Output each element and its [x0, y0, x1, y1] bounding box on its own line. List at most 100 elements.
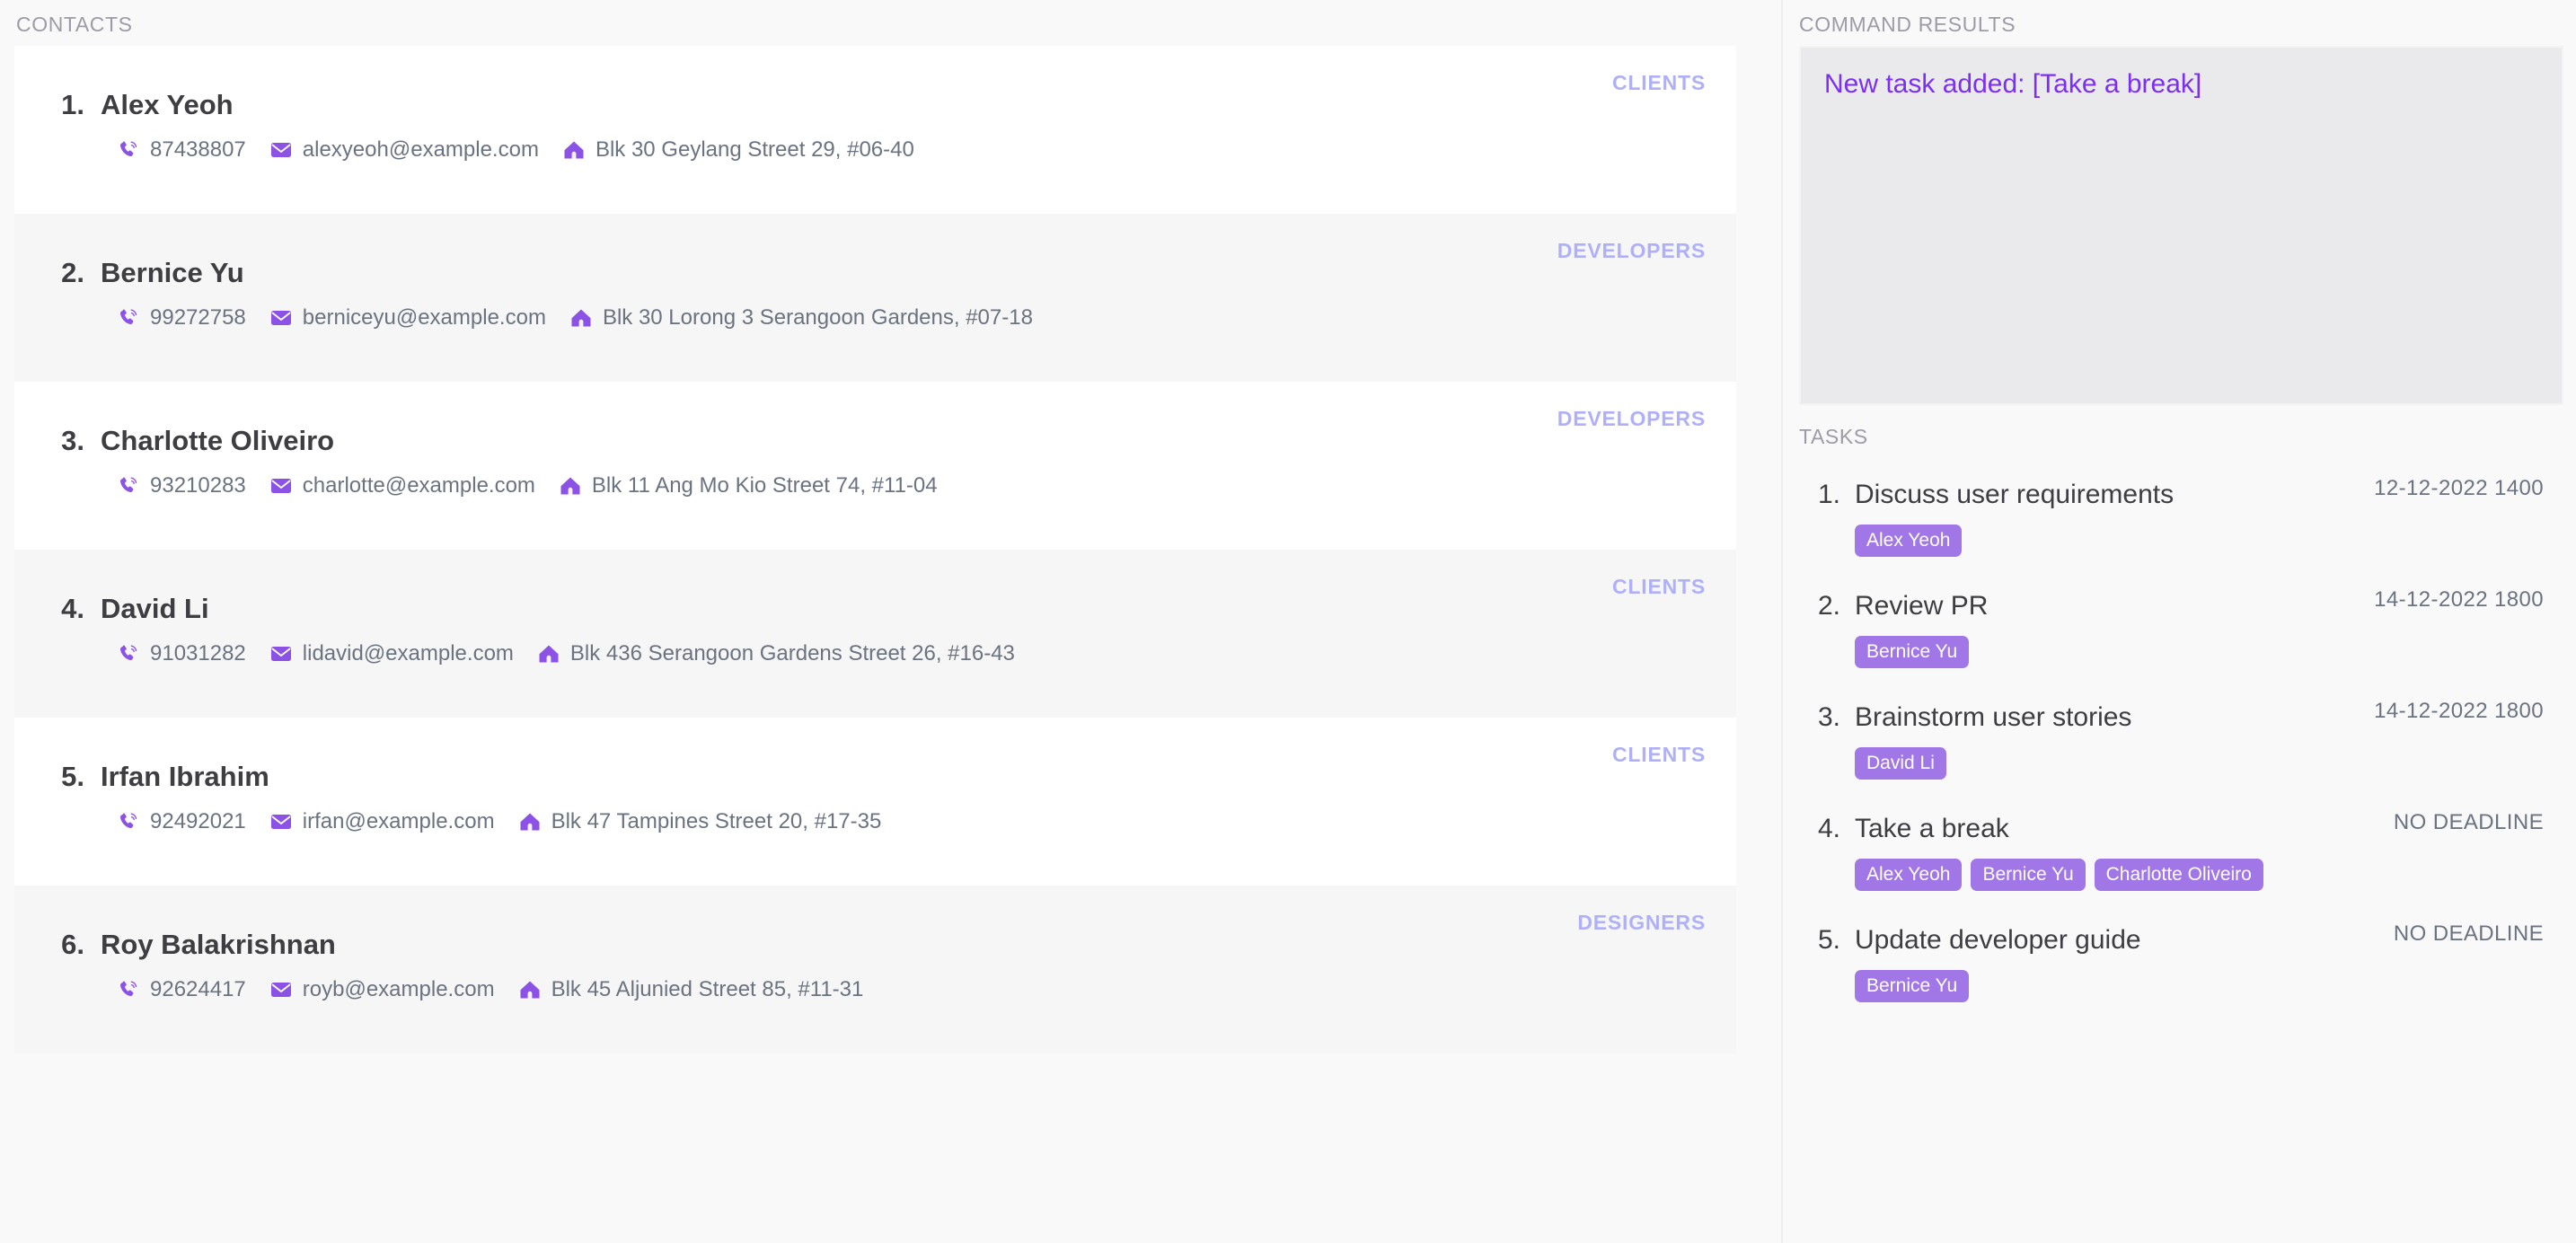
- contact-address[interactable]: Blk 11 Ang Mo Kio Street 74, #11-04: [559, 474, 938, 498]
- task-person-tag[interactable]: Bernice Yu: [1971, 859, 2086, 891]
- tasks-list: 12-12-2022 1400 1. Discuss user requiremen…: [1783, 460, 2576, 1017]
- task-item[interactable]: 12-12-2022 1400 1. Discuss user requiremen…: [1799, 460, 2560, 571]
- contact-name: Bernice Yu: [101, 257, 244, 288]
- contact-email[interactable]: irfan@example.com: [269, 810, 495, 833]
- contact-phone-text: 92624417: [150, 977, 246, 1001]
- contact-email[interactable]: charlotte@example.com: [269, 474, 535, 498]
- contact-tag[interactable]: CLIENTS: [1612, 743, 1706, 767]
- task-deadline: 14-12-2022 1800: [2374, 587, 2544, 612]
- contact-phone-text: 93210283: [150, 473, 246, 498]
- contact-details: 99272758 berniceyu@example.com Blk 30 Loro…: [36, 306, 1706, 330]
- task-tags: David Li: [1799, 747, 2560, 780]
- phone-icon: [117, 978, 140, 1001]
- contact-index: 5.: [61, 761, 84, 792]
- task-title: Brainstorm user stories: [1855, 702, 2132, 732]
- task-item[interactable]: 14-12-2022 1800 2. Review PR Bernice Yu: [1799, 571, 2560, 683]
- contact-email[interactable]: berniceyu@example.com: [269, 306, 546, 330]
- contact-card[interactable]: DESIGNERS 6. Roy Balakrishnan 92624417 royb@…: [14, 886, 1736, 1053]
- command-result-line: New task added: [Take a break]: [1824, 69, 2202, 99]
- task-person-tag[interactable]: Bernice Yu: [1855, 970, 1970, 1002]
- task-person-tag[interactable]: Charlotte Oliveiro: [2094, 859, 2263, 891]
- contact-details: 87438807 alexyeoh@example.com Blk 30 Geyla…: [36, 138, 1706, 162]
- contact-card[interactable]: DEVELOPERS 3. Charlotte Oliveiro 93210283 ch…: [14, 382, 1736, 550]
- contact-tag[interactable]: CLIENTS: [1612, 575, 1706, 599]
- contact-address[interactable]: Blk 45 Aljunied Street 85, #11-31: [518, 978, 863, 1001]
- contact-details: 92624417 royb@example.com Blk 45 Aljunied …: [36, 978, 1706, 1001]
- contact-name-row: 5. Irfan Ibrahim: [36, 741, 1706, 793]
- contact-phone-text: 87438807: [150, 137, 246, 162]
- task-title: Update developer guide: [1855, 925, 2141, 955]
- app-root: CONTACTS CLIENTS 1. Alex Yeoh 87438807 alexy…: [0, 0, 2576, 1243]
- contact-card[interactable]: CLIENTS 1. Alex Yeoh 87438807 alexyeoh@examp…: [14, 46, 1736, 214]
- task-item[interactable]: 14-12-2022 1800 3. Brainstorm user stories…: [1799, 683, 2560, 794]
- contacts-list: CLIENTS 1. Alex Yeoh 87438807 alexyeoh@examp…: [0, 46, 1781, 1053]
- contact-name: Charlotte Oliveiro: [101, 425, 335, 456]
- contact-name-row: 2. Bernice Yu: [36, 237, 1706, 289]
- task-index: 5.: [1817, 925, 1840, 955]
- contact-email-text: berniceyu@example.com: [302, 305, 546, 330]
- home-icon: [562, 138, 586, 162]
- contact-phone[interactable]: 87438807: [117, 138, 246, 162]
- contact-email-text: lidavid@example.com: [302, 641, 514, 666]
- email-icon: [269, 978, 293, 1001]
- home-icon: [518, 810, 542, 833]
- contact-phone[interactable]: 99272758: [117, 306, 246, 330]
- task-deadline: 12-12-2022 1400: [2374, 476, 2544, 500]
- contact-name-row: 6. Roy Balakrishnan: [36, 909, 1706, 961]
- task-person-tag[interactable]: Alex Yeoh: [1855, 859, 1963, 891]
- contact-address[interactable]: Blk 436 Serangoon Gardens Street 26, #16…: [537, 642, 1015, 666]
- task-item[interactable]: NO DEADLINE 5. Update developer guide Berni…: [1799, 905, 2560, 1017]
- task-person-tag[interactable]: Bernice Yu: [1855, 636, 1970, 668]
- email-icon: [269, 642, 293, 666]
- contact-index: 6.: [61, 929, 84, 960]
- contact-email[interactable]: alexyeoh@example.com: [269, 138, 539, 162]
- contact-address[interactable]: Blk 47 Tampines Street 20, #17-35: [518, 809, 882, 833]
- task-index: 3.: [1817, 702, 1840, 732]
- contact-address-text: Blk 30 Lorong 3 Serangoon Gardens, #07-1…: [602, 305, 1033, 330]
- home-icon: [518, 978, 542, 1001]
- contact-email[interactable]: lidavid@example.com: [269, 642, 514, 666]
- contact-email[interactable]: royb@example.com: [269, 978, 495, 1001]
- contact-phone-text: 91031282: [150, 641, 246, 666]
- task-item[interactable]: NO DEADLINE 4. Take a break Alex Yeoh Bernic…: [1799, 794, 2560, 905]
- contact-name-row: 1. Alex Yeoh: [36, 69, 1706, 121]
- contact-email-text: irfan@example.com: [302, 809, 495, 833]
- contact-name: Roy Balakrishnan: [101, 929, 336, 960]
- contact-address[interactable]: Blk 30 Lorong 3 Serangoon Gardens, #07-1…: [569, 306, 1033, 330]
- task-title: Review PR: [1855, 591, 1989, 621]
- contact-name-row: 3. Charlotte Oliveiro: [36, 405, 1706, 457]
- task-person-tag[interactable]: David Li: [1855, 747, 1946, 780]
- contact-details: 91031282 lidavid@example.com Blk 436 Seran…: [36, 642, 1706, 666]
- contact-tag[interactable]: DESIGNERS: [1577, 911, 1706, 935]
- task-tags: Bernice Yu: [1799, 636, 2560, 668]
- phone-icon: [117, 810, 140, 833]
- contact-phone[interactable]: 93210283: [117, 474, 246, 498]
- contact-details: 93210283 charlotte@example.com Blk 11 Ang …: [36, 474, 1706, 498]
- contact-tag[interactable]: DEVELOPERS: [1557, 239, 1706, 263]
- contact-tag[interactable]: CLIENTS: [1612, 71, 1706, 95]
- task-index: 4.: [1817, 814, 1840, 843]
- contact-phone[interactable]: 92624417: [117, 978, 246, 1001]
- contact-card[interactable]: DEVELOPERS 2. Bernice Yu 99272758 berniceyu@…: [14, 214, 1736, 382]
- task-index: 1.: [1817, 480, 1840, 509]
- command-results-box[interactable]: New task added: [Take a break]: [1799, 46, 2563, 405]
- contact-phone[interactable]: 92492021: [117, 810, 246, 833]
- email-icon: [269, 810, 293, 833]
- contact-address-text: Blk 47 Tampines Street 20, #17-35: [551, 809, 882, 833]
- phone-icon: [117, 138, 140, 162]
- task-deadline: NO DEADLINE: [2393, 921, 2544, 946]
- contact-address[interactable]: Blk 30 Geylang Street 29, #06-40: [562, 138, 914, 162]
- tasks-section-header: TASKS: [1799, 425, 1868, 448]
- contact-email-text: alexyeoh@example.com: [302, 137, 539, 162]
- home-icon: [569, 306, 593, 330]
- contact-card[interactable]: CLIENTS 5. Irfan Ibrahim 92492021 irfan@exam…: [14, 718, 1736, 886]
- contact-phone[interactable]: 91031282: [117, 642, 246, 666]
- contact-name: David Li: [101, 593, 209, 624]
- task-person-tag[interactable]: Alex Yeoh: [1855, 525, 1963, 557]
- contact-name: Irfan Ibrahim: [101, 761, 269, 792]
- task-title: Discuss user requirements: [1855, 480, 2175, 509]
- task-tags: Alex Yeoh Bernice Yu Charlotte Oliveiro: [1799, 859, 2560, 891]
- contacts-panel: CONTACTS CLIENTS 1. Alex Yeoh 87438807 alexy…: [0, 0, 1783, 1243]
- contact-tag[interactable]: DEVELOPERS: [1557, 407, 1706, 431]
- contact-card[interactable]: CLIENTS 4. David Li 91031282 lidavid@example…: [14, 550, 1736, 718]
